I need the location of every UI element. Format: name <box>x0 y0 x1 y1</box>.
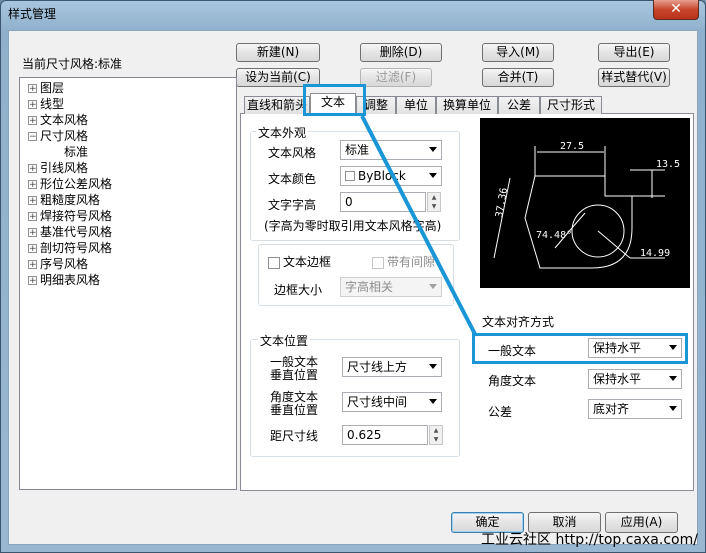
watermark: 工业云社区 http://top.caxa.com/ <box>481 532 698 548</box>
connector-line <box>360 115 478 337</box>
annotation-connector <box>360 115 478 337</box>
